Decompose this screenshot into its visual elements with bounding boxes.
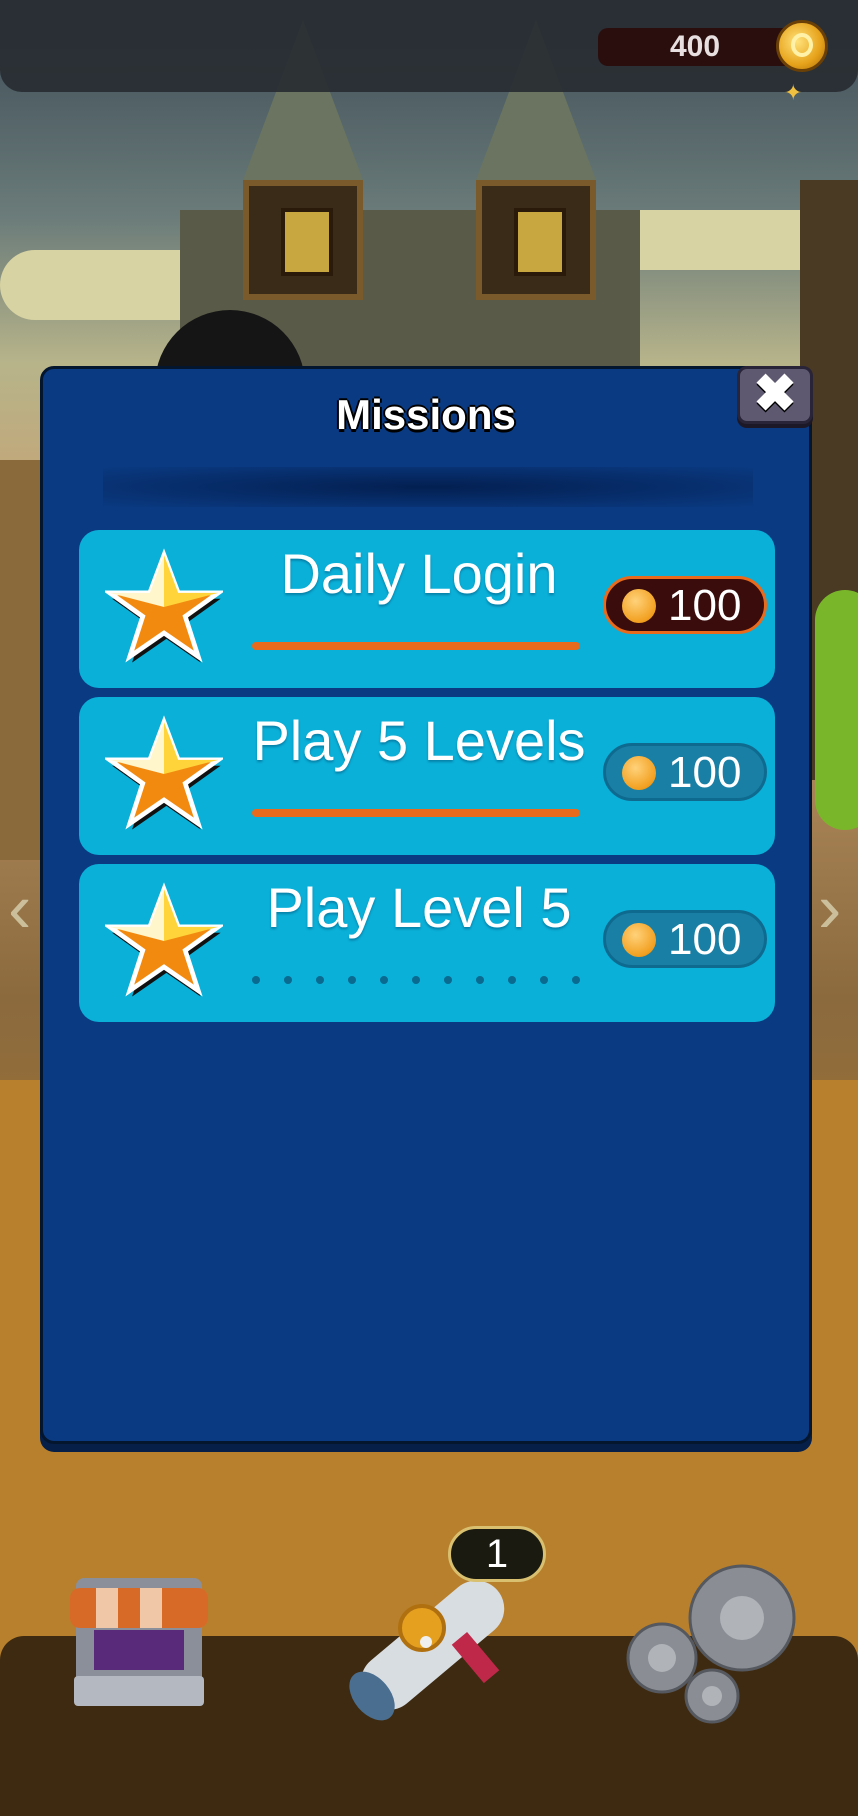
previous-arrow-icon[interactable]: ‹ bbox=[8, 868, 38, 948]
dialog-title: Missions bbox=[336, 391, 516, 438]
coin-amount: 400 bbox=[669, 30, 721, 63]
reward-button[interactable]: 100 bbox=[603, 743, 767, 801]
mission-progress-dots bbox=[252, 976, 580, 984]
bush bbox=[815, 590, 858, 830]
coin-icon bbox=[622, 589, 656, 623]
left-house bbox=[0, 460, 40, 860]
reward-amount: 100 bbox=[668, 581, 742, 630]
claim-reward-button[interactable]: 100 bbox=[603, 576, 767, 634]
gold-coin-icon bbox=[776, 20, 828, 72]
top-bar: 400 ✦ bbox=[0, 0, 858, 105]
title-divider bbox=[103, 467, 753, 507]
reward-button[interactable]: 100 bbox=[603, 910, 767, 968]
shop-icon[interactable] bbox=[64, 1568, 214, 1718]
sparkle-icon: ✦ bbox=[784, 80, 803, 105]
close-button[interactable]: ✖ bbox=[737, 365, 813, 424]
mission-card: Play 5 Levels 100 bbox=[79, 697, 775, 855]
star-icon bbox=[105, 548, 223, 663]
mission-card: Play Level 5 100 bbox=[79, 864, 775, 1022]
scroll-icon[interactable] bbox=[330, 1560, 530, 1740]
gears-icon[interactable] bbox=[620, 1556, 810, 1736]
tower bbox=[476, 180, 596, 300]
mission-name: Play Level 5 bbox=[266, 876, 572, 939]
mission-progress-bar bbox=[252, 809, 580, 817]
mission-progress-bar bbox=[252, 642, 580, 650]
star-icon bbox=[105, 715, 223, 830]
star-icon bbox=[105, 882, 223, 997]
coin-icon bbox=[622, 923, 656, 957]
tower bbox=[243, 180, 363, 300]
coin-icon bbox=[622, 756, 656, 790]
reward-amount: 100 bbox=[668, 748, 742, 797]
mission-name: Daily Login bbox=[280, 542, 558, 605]
mission-name: Play 5 Levels bbox=[252, 709, 586, 772]
next-arrow-icon[interactable]: › bbox=[818, 868, 848, 948]
mission-card: Daily Login 100 bbox=[79, 530, 775, 688]
missions-count-badge: 1 bbox=[448, 1526, 546, 1582]
reward-amount: 100 bbox=[668, 915, 742, 964]
close-icon: ✖ bbox=[753, 365, 797, 423]
